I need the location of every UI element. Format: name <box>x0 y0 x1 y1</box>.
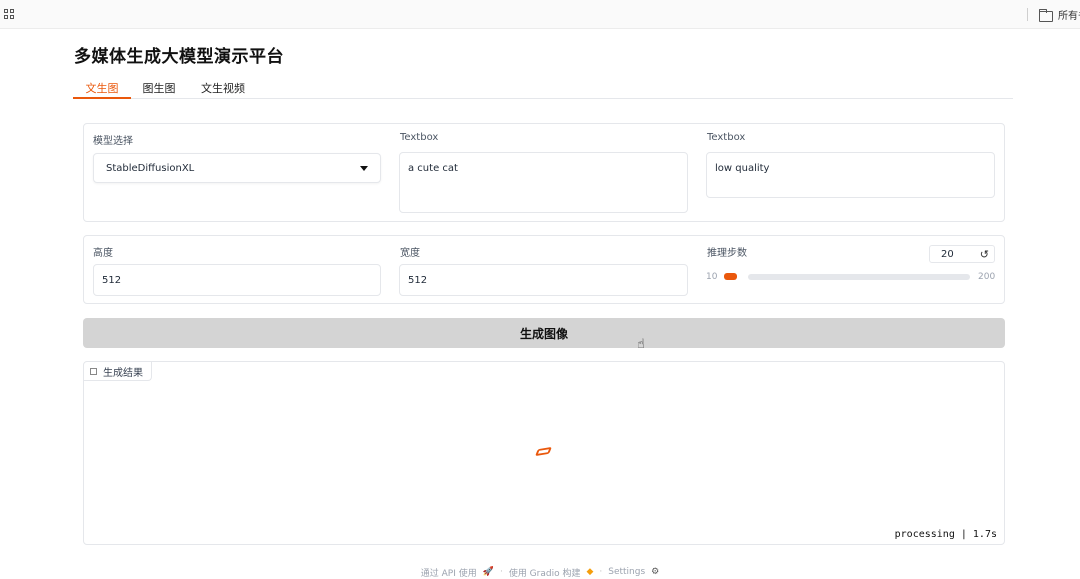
steps-slider-track[interactable] <box>748 274 970 280</box>
width-label: 宽度 <box>400 248 420 259</box>
result-label: 生成结果 <box>84 362 152 381</box>
tab-image-to-image[interactable]: 图生图 <box>135 76 183 99</box>
model-dropdown-value: StableDiffusionXL <box>106 162 195 174</box>
reset-icon[interactable]: ↺ <box>980 248 989 261</box>
steps-slider-handle[interactable] <box>724 273 737 280</box>
steps-number-input[interactable]: 20 ↺ <box>929 245 995 263</box>
gear-icon: ⚙ <box>651 567 660 577</box>
page-title: 多媒体生成大模型演示平台 <box>74 47 284 67</box>
footer-separator: · <box>599 567 603 577</box>
result-image-panel: 生成结果 processing | 1.7s <box>83 361 1005 545</box>
result-label-text: 生成结果 <box>103 367 143 379</box>
slider-max-label: 200 <box>978 272 996 282</box>
chevron-down-icon <box>360 165 368 171</box>
generate-image-button[interactable]: 生成图像 <box>83 318 1005 348</box>
tab-text-to-image[interactable]: 文生图 <box>73 76 131 99</box>
bookmarks-label: 所有书 <box>1058 10 1080 22</box>
prompt-label: Textbox <box>400 132 439 143</box>
slider-min-label: 10 <box>706 272 718 282</box>
hand-cursor-icon: ☝ <box>637 337 645 352</box>
footer-separator: · <box>499 567 503 577</box>
height-label: 高度 <box>93 248 113 259</box>
height-input[interactable]: 512 <box>93 264 381 296</box>
width-input[interactable]: 512 <box>399 264 688 296</box>
processing-status: processing | 1.7s <box>894 529 997 540</box>
api-link[interactable]: 通过 API 使用 <box>421 566 477 579</box>
loading-spinner-icon <box>535 446 552 457</box>
apps-grid-icon[interactable] <box>4 9 14 19</box>
tab-text-to-video[interactable]: 文生视频 <box>193 76 253 99</box>
image-icon <box>90 367 97 375</box>
negative-prompt-textbox[interactable]: low quality <box>706 152 995 198</box>
steps-value: 20 <box>941 248 954 260</box>
folder-icon <box>1039 8 1053 22</box>
gradio-link[interactable]: 使用 Gradio 构建 <box>509 566 581 579</box>
all-bookmarks-button[interactable]: 所有书 <box>1039 7 1080 22</box>
tab-bar: 文生图 图生图 文生视频 <box>73 76 1013 99</box>
inference-steps-label: 推理步数 <box>707 248 747 259</box>
prompt-textbox[interactable]: a cute cat <box>399 152 688 213</box>
gradio-logo-icon: ◆ <box>586 567 594 577</box>
model-dropdown[interactable]: StableDiffusionXL <box>93 153 381 183</box>
browser-bookmarks-bar: 所有书 <box>0 0 1080 29</box>
bar-divider <box>1027 8 1028 21</box>
footer: 通过 API 使用 🚀 · 使用 Gradio 构建 ◆ · Settings … <box>0 566 1080 579</box>
model-select-label: 模型选择 <box>93 136 133 147</box>
negative-prompt-label: Textbox <box>707 132 746 143</box>
rocket-icon: 🚀 <box>482 567 494 577</box>
settings-link[interactable]: Settings <box>608 567 645 577</box>
